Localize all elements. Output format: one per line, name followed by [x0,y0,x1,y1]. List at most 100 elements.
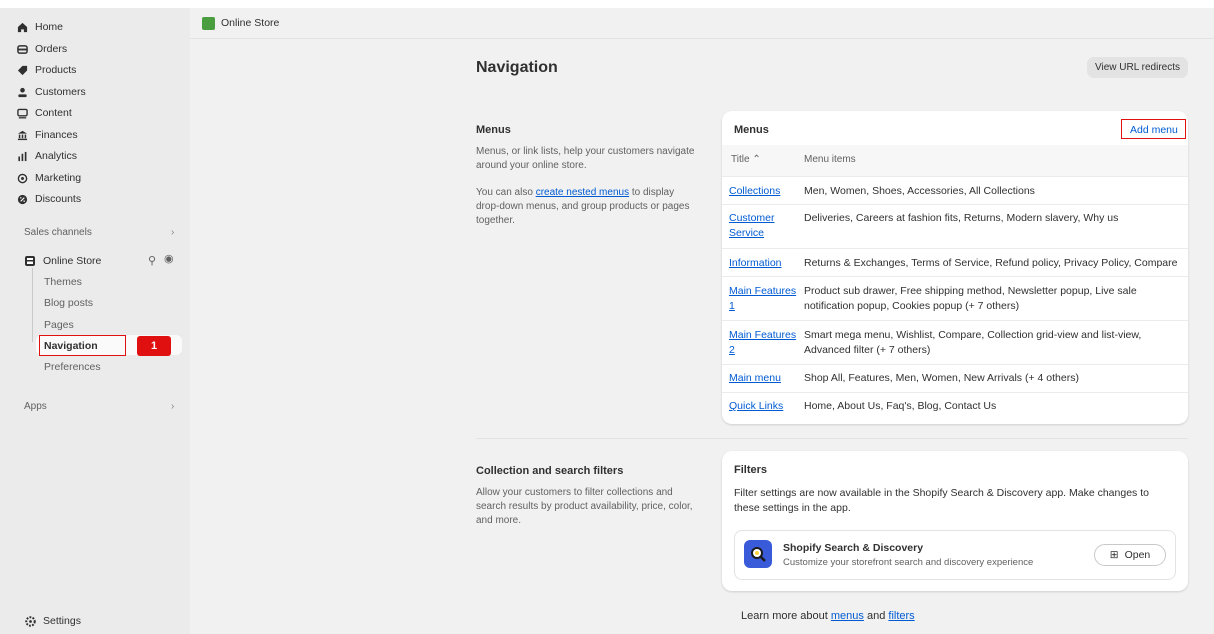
sidebar-item-label: Online Store [43,255,102,267]
col-title-label: Title [731,154,750,165]
menus-card-title: Menus [734,124,769,136]
row-divider [722,364,1188,365]
sidebar-item-label: Orders [35,43,68,55]
menus-section-heading: Menus [476,124,511,136]
home-icon [16,21,28,33]
sidebar-item-label: Home [35,21,64,33]
row-divider [722,204,1188,205]
open-app-button[interactable]: ⊞ Open [1094,544,1166,566]
menu-items-text: Men, Women, Shoes, Accessories, All Coll… [804,185,1035,197]
filters-help-link[interactable]: filters [888,610,914,622]
sidebar-item-discounts[interactable]: Discounts [16,190,81,208]
create-nested-menus-link[interactable]: create nested menus [536,187,629,198]
sidebar-item-settings[interactable]: Settings [24,612,81,630]
sidebar-item-label: Analytics [35,150,78,162]
sidebar-subitem-preferences[interactable]: Preferences [44,361,101,373]
sidebar-item-online-store[interactable]: Online Store [24,252,101,270]
store-icon [24,255,36,267]
menu-items-text: Returns & Exchanges, Terms of Service, R… [804,257,1178,269]
apps-icon: ⊞ [1109,549,1119,561]
chevron-right-icon[interactable]: › [171,401,174,412]
footer-pre: Learn more about [741,610,831,622]
bank-icon [16,129,28,141]
discount-icon [16,193,28,205]
sidebar-item-label: Marketing [35,172,82,184]
menu-title-link[interactable]: Information [729,256,801,271]
menus-section-nested-text: You can also create nested menus to disp… [476,186,696,228]
col-header-title[interactable]: Title ⌃ [731,154,761,165]
menus-section-description: Menus, or link lists, help your customer… [476,146,695,171]
view-url-redirects-button[interactable]: View URL redirects [1087,57,1188,78]
pin-icon[interactable]: ⚲ [148,254,156,267]
sidebar-item-orders[interactable]: Orders [16,40,67,58]
filters-section-description: Allow your customers to filter collectio… [476,487,693,526]
sidebar-subitem-blog-posts[interactable]: Blog posts [44,297,93,309]
menu-items-text: Deliveries, Careers at fashion fits, Ret… [804,212,1119,224]
person-icon [16,86,28,98]
sidebar-item-label: Products [35,64,77,76]
sidebar-subitem-themes[interactable]: Themes [44,276,82,288]
menus-help-link[interactable]: menus [831,610,864,622]
annotation-box-navigation [39,335,126,356]
app-name: Shopify Search & Discovery [783,542,924,554]
sidebar-item-label: Settings [43,615,81,627]
sidebar-item-label: Customers [35,86,86,98]
col-header-menu-items: Menu items [804,154,856,165]
online-store-logo-icon [202,16,215,30]
sales-channels-label[interactable]: Sales channels [24,227,92,238]
nested-text-pre: You can also [476,187,536,198]
menu-items-text: Home, About Us, Faq's, Blog, Contact Us [804,400,997,412]
content-icon [16,107,28,119]
annotation-badge-1: 1 [137,336,171,356]
menu-title-link[interactable]: Main Features 2 [729,328,801,358]
menu-title-link[interactable]: Quick Links [729,399,801,414]
sidebar-item-finances[interactable]: Finances [16,126,78,144]
target-icon [16,172,28,184]
app-description: Customize your storefront search and dis… [783,557,1034,568]
sidebar-item-content[interactable]: Content [16,104,72,122]
eye-icon[interactable]: ◉ [164,252,174,265]
menu-items-text: Smart mega menu, Wishlist, Compare, Coll… [804,329,1142,356]
row-divider [722,176,1188,177]
annotation-box-add-menu [1121,119,1186,139]
sidebar-item-label: Finances [35,129,78,141]
row-divider [722,320,1188,321]
filters-section-heading: Collection and search filters [476,465,624,477]
sidebar-item-label: Content [35,107,72,119]
bar-chart-icon [16,150,28,162]
menu-items-text: Shop All, Features, Men, Women, New Arri… [804,372,1079,384]
sidebar-item-home[interactable]: Home [16,18,63,36]
tag-icon [16,64,28,76]
sort-icon: ⌃ [752,154,761,165]
sidebar-item-label: Discounts [35,193,82,205]
page-title: Navigation [476,59,558,76]
sidebar [0,8,190,634]
row-divider [722,276,1188,277]
sidebar-item-customers[interactable]: Customers [16,83,86,101]
sidebar-item-products[interactable]: Products [16,61,76,79]
menu-title-link[interactable]: Main menu [729,371,801,386]
sidebar-subitem-pages[interactable]: Pages [44,319,74,331]
sidebar-item-marketing[interactable]: Marketing [16,169,81,187]
gear-icon [24,615,36,627]
menu-items-text: Product sub drawer, Free shipping method… [804,285,1137,312]
footer-mid: and [863,610,889,622]
filters-card-title: Filters [734,464,768,476]
apps-label[interactable]: Apps [24,401,47,412]
search-discovery-app-icon [744,540,772,568]
row-divider [722,248,1188,249]
breadcrumb-title[interactable]: Online Store [221,17,279,29]
chevron-right-icon[interactable]: › [171,227,174,238]
open-label: Open [1124,549,1151,561]
learn-more-footer: Learn more about menus and filters [741,610,915,622]
filters-card-description: Filter settings are now available in the… [734,487,1149,514]
top-breadcrumb-bar: Online Store [190,8,1214,39]
orders-icon [16,43,28,55]
menu-title-link[interactable]: Collections [729,184,801,199]
menus-table-header [722,145,1188,176]
tree-line [32,268,33,342]
sidebar-item-analytics[interactable]: Analytics [16,147,77,165]
menu-title-link[interactable]: Customer Service [729,211,789,241]
menu-title-link[interactable]: Main Features 1 [729,284,801,314]
section-divider [476,438,1188,439]
